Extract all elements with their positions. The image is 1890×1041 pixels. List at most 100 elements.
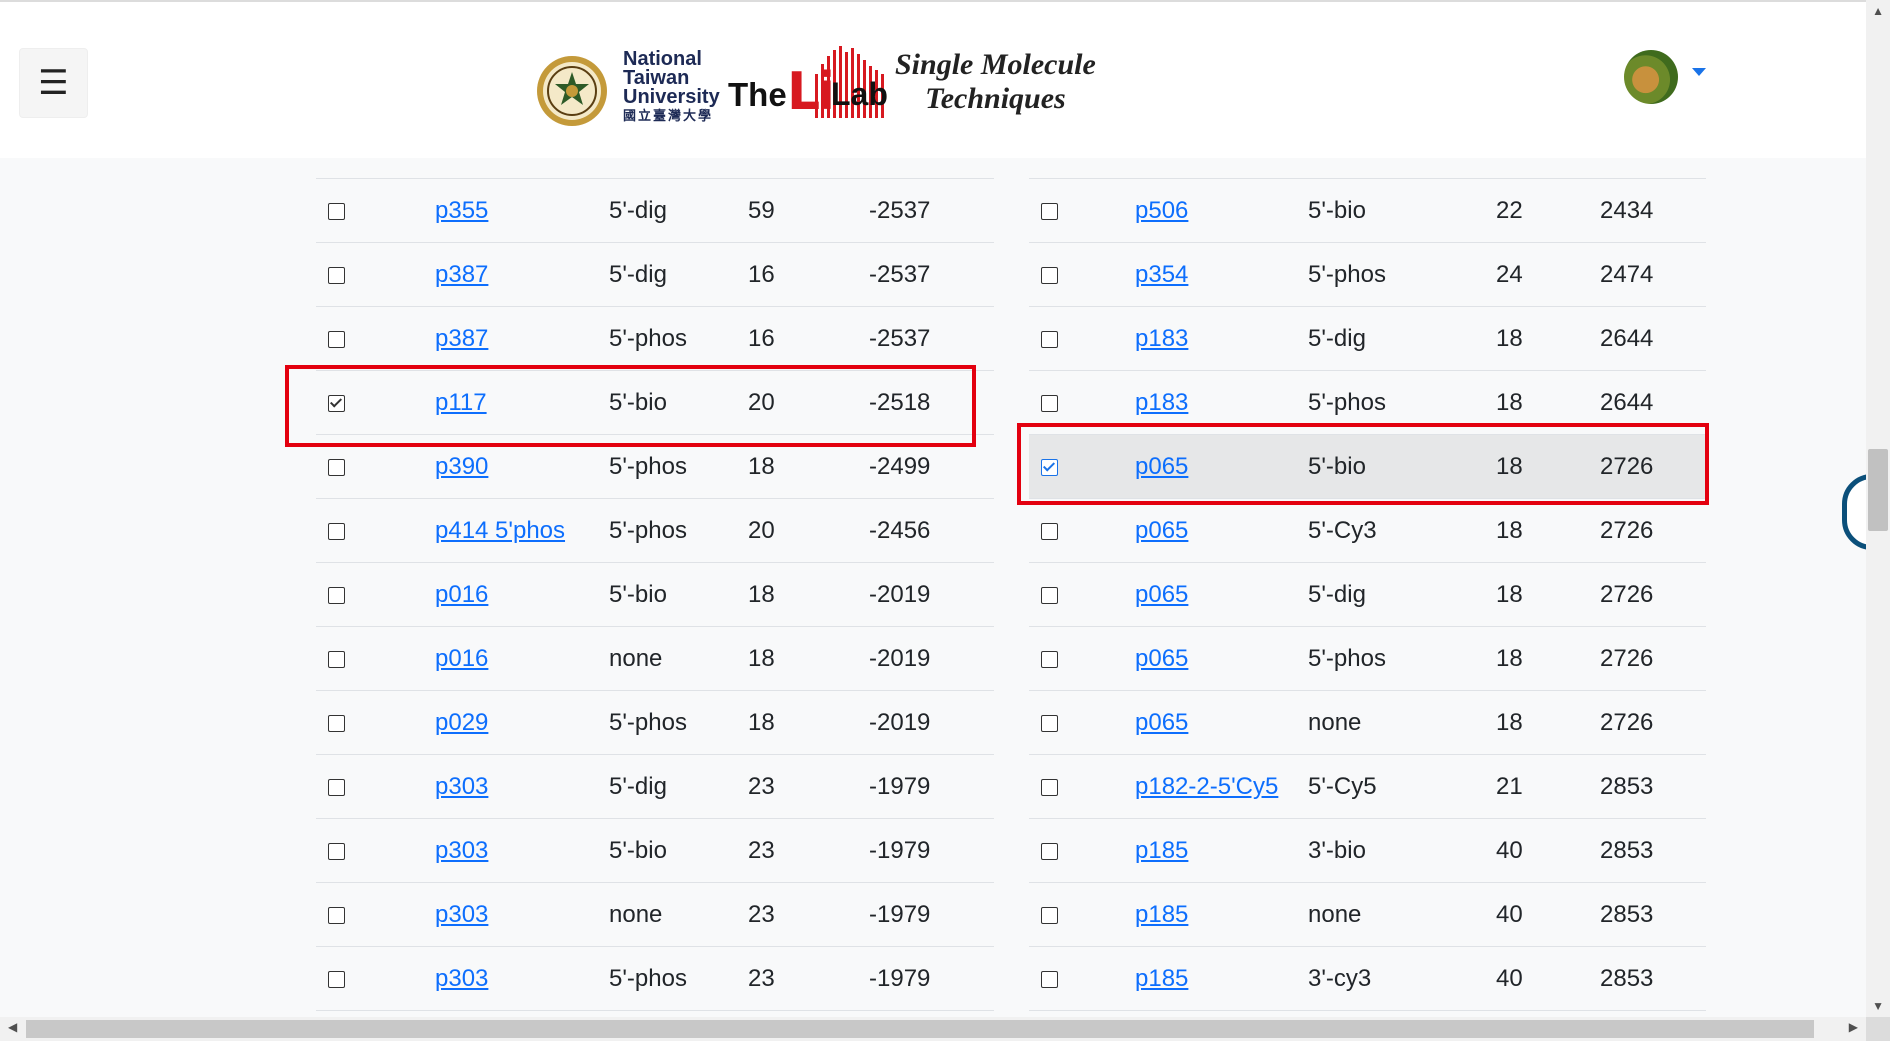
primer-link[interactable]: p414 5'phos: [435, 517, 565, 544]
primer-link[interactable]: p065: [1135, 709, 1188, 736]
primer-link[interactable]: p355: [435, 197, 488, 224]
primer-link[interactable]: p065: [1135, 453, 1188, 480]
modification-text: 5'-phos: [609, 516, 687, 544]
row-checkbox[interactable]: [1041, 394, 1058, 412]
position-cell: -2518: [869, 370, 994, 435]
primer-link[interactable]: p117: [435, 389, 487, 416]
row-checkbox[interactable]: [328, 778, 345, 796]
primer-link[interactable]: p065: [1135, 581, 1188, 608]
position-text: 2644: [1600, 388, 1654, 416]
primer-link[interactable]: p185: [1135, 837, 1188, 864]
modification-cell: 5'-phos: [609, 690, 748, 755]
row-checkbox[interactable]: [328, 842, 345, 860]
scroll-down-icon[interactable]: ▼: [1872, 999, 1884, 1013]
row-checkbox[interactable]: [328, 266, 345, 284]
scroll-up-icon[interactable]: ▲: [1872, 4, 1884, 18]
row-checkbox[interactable]: [1041, 970, 1058, 988]
length-cell: 23: [748, 882, 869, 947]
row-checkbox[interactable]: [1041, 202, 1058, 220]
primer-link[interactable]: p303: [435, 837, 488, 864]
horizontal-scroll-thumb[interactable]: [26, 1020, 1814, 1038]
position-cell: -2456: [869, 498, 994, 563]
primer-link[interactable]: p185: [1135, 901, 1188, 928]
chevron-down-icon[interactable]: [1692, 68, 1706, 76]
position-text: 2726: [1600, 580, 1654, 608]
site-header: ☰ National Taiwan University 國立臺灣大學 The: [0, 2, 1866, 158]
row-checkbox[interactable]: [328, 330, 345, 348]
primer-link[interactable]: p387: [435, 261, 488, 288]
length-cell: 21: [1496, 754, 1600, 819]
primer-link[interactable]: p354: [1135, 261, 1188, 288]
table-row: p387 5'-dig 16 -2537: [316, 242, 994, 307]
row-checkbox[interactable]: [1041, 330, 1058, 348]
scroll-left-icon[interactable]: ◀: [8, 1020, 17, 1034]
position-text: 2644: [1600, 324, 1654, 352]
row-checkbox[interactable]: [1041, 522, 1058, 540]
position-cell: -1979: [869, 946, 994, 1011]
primer-link[interactable]: p390: [435, 453, 488, 480]
row-checkbox[interactable]: [1041, 458, 1058, 476]
primer-link[interactable]: p303: [435, 773, 488, 800]
table-row: p065 none 18 2726: [1029, 690, 1706, 755]
user-avatar[interactable]: [1624, 50, 1678, 104]
length-cell: 40: [1496, 946, 1600, 1011]
row-checkbox[interactable]: [1041, 650, 1058, 668]
length-text: 16: [748, 324, 775, 352]
row-checkbox[interactable]: [1041, 714, 1058, 732]
primer-link[interactable]: p065: [1135, 517, 1188, 544]
primer-link[interactable]: p016: [435, 645, 488, 672]
position-cell: 2726: [1600, 498, 1706, 563]
row-checkbox[interactable]: [1041, 778, 1058, 796]
position-text: -2499: [869, 452, 931, 480]
row-checkbox[interactable]: [328, 906, 345, 924]
hamburger-menu-button[interactable]: ☰: [19, 48, 88, 118]
ntu-seal-icon: [537, 56, 607, 126]
vertical-scrollbar[interactable]: ▲ ▼: [1866, 0, 1890, 1017]
row-checkbox[interactable]: [328, 650, 345, 668]
row-checkbox[interactable]: [328, 586, 345, 604]
modification-text: 5'-phos: [609, 452, 687, 480]
position-text: -1979: [869, 964, 931, 992]
position-cell: -2019: [869, 562, 994, 627]
site-logo[interactable]: National Taiwan University 國立臺灣大學 The Li…: [535, 42, 1105, 132]
row-checkbox[interactable]: [328, 394, 345, 412]
length-text: 18: [1496, 324, 1523, 352]
row-checkbox[interactable]: [328, 202, 345, 220]
primer-link[interactable]: p016: [435, 581, 488, 608]
position-text: -1979: [869, 836, 931, 864]
row-checkbox[interactable]: [1041, 266, 1058, 284]
modification-text: 5'-bio: [1308, 196, 1366, 224]
primer-link[interactable]: p506: [1135, 197, 1188, 224]
row-checkbox[interactable]: [1041, 842, 1058, 860]
row-checkbox[interactable]: [1041, 906, 1058, 924]
length-cell: 18: [1496, 562, 1600, 627]
horizontal-scrollbar[interactable]: ◀ ▶: [0, 1017, 1866, 1041]
row-checkbox[interactable]: [328, 970, 345, 988]
row-checkbox[interactable]: [1041, 586, 1058, 604]
position-text: -2019: [869, 708, 931, 736]
primer-id-cell: p390: [435, 434, 609, 499]
select-cell: [316, 562, 435, 627]
vertical-scroll-thumb[interactable]: [1868, 449, 1888, 531]
row-checkbox[interactable]: [328, 458, 345, 476]
table-row: p065 5'-phos 18 2726: [1029, 626, 1706, 691]
scroll-right-icon[interactable]: ▶: [1849, 1020, 1858, 1034]
table-row: p303 5'-dig 23 -1979: [316, 754, 994, 819]
table-row: p355 5'-dig 59 -2537: [316, 178, 994, 243]
row-checkbox[interactable]: [328, 714, 345, 732]
table-row: p387 5'-phos 16 -2537: [316, 306, 994, 371]
primer-link[interactable]: p182-2-5'Cy5: [1135, 773, 1278, 800]
primer-link[interactable]: p303: [435, 901, 488, 928]
primer-link[interactable]: p183: [1135, 325, 1188, 352]
primer-link[interactable]: p185: [1135, 965, 1188, 992]
primer-link[interactable]: p183: [1135, 389, 1188, 416]
length-cell: 59: [748, 178, 869, 243]
primer-link[interactable]: p387: [435, 325, 488, 352]
primer-id-cell: p065: [1135, 434, 1308, 499]
primer-link[interactable]: p303: [435, 965, 488, 992]
row-checkbox[interactable]: [328, 522, 345, 540]
length-cell: 23: [748, 818, 869, 883]
modification-cell: none: [609, 626, 748, 691]
primer-link[interactable]: p029: [435, 709, 488, 736]
primer-link[interactable]: p065: [1135, 645, 1188, 672]
